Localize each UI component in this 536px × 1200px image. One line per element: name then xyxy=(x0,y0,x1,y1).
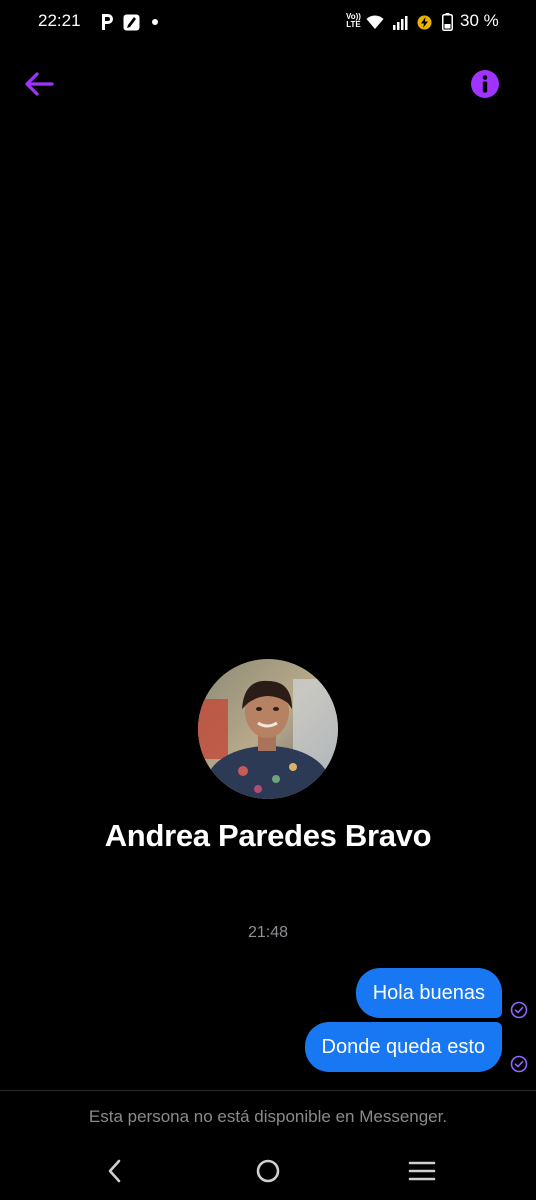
parking-icon xyxy=(102,14,113,30)
battery-saver-icon xyxy=(417,15,432,30)
nav-back-button[interactable] xyxy=(98,1155,132,1187)
info-button[interactable] xyxy=(470,69,500,99)
arrow-left-icon xyxy=(25,72,54,96)
avatar[interactable] xyxy=(198,659,338,799)
battery-percentage: 30 % xyxy=(460,11,499,30)
profile-photo xyxy=(198,659,338,799)
check-circle-icon xyxy=(510,1001,528,1019)
status-time: 22:21 xyxy=(38,11,81,30)
note-icon xyxy=(123,14,140,31)
nav-home-icon xyxy=(256,1159,280,1183)
message-timestamp: 21:48 xyxy=(247,924,289,941)
message-bubble[interactable]: Hola buenas xyxy=(355,968,502,1018)
message-bubble[interactable]: Donde queda esto xyxy=(304,1022,502,1072)
divider xyxy=(0,1090,536,1091)
unavailable-notice: Esta persona no está disponible en Messe… xyxy=(88,1107,448,1126)
wifi-icon xyxy=(366,15,384,29)
status-bar: 22:21 Vo)) LTE 30 % xyxy=(0,0,536,46)
info-icon xyxy=(471,70,499,98)
contact-name: Andrea Paredes Bravo xyxy=(104,818,432,853)
notification-dot-icon xyxy=(152,19,158,25)
nav-menu-icon xyxy=(408,1161,436,1181)
volte-icon: Vo)) LTE xyxy=(346,12,361,29)
nav-back-icon xyxy=(108,1159,121,1183)
nav-home-button[interactable] xyxy=(251,1155,285,1187)
check-circle-icon xyxy=(510,1055,528,1073)
nav-recents-button[interactable] xyxy=(405,1155,439,1187)
battery-icon xyxy=(442,13,453,31)
back-button[interactable] xyxy=(22,68,56,100)
signal-icon xyxy=(393,16,408,30)
